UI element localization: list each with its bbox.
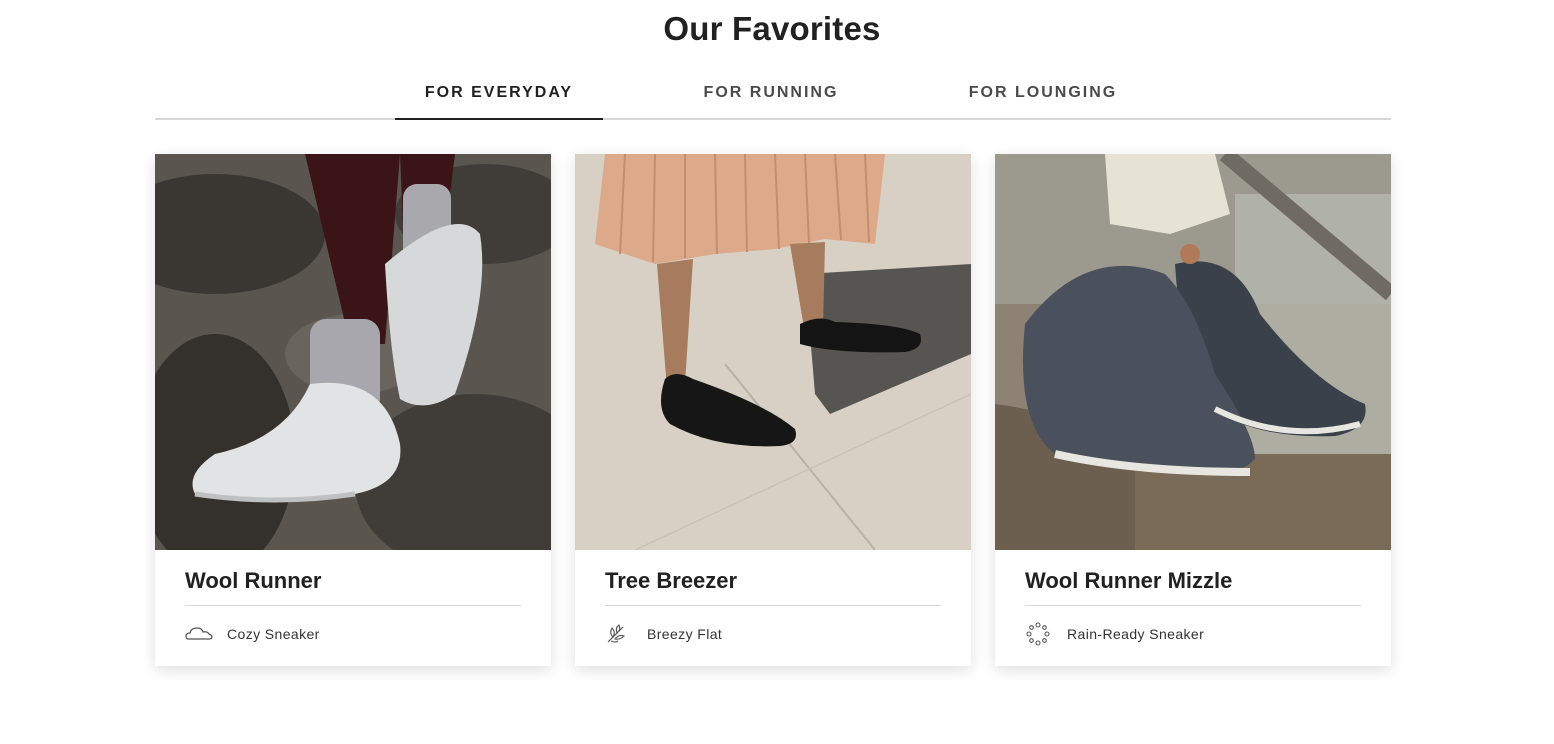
- product-feature: Cozy Sneaker: [185, 622, 320, 646]
- tab-for-lounging[interactable]: FOR LOUNGING: [955, 84, 1131, 118]
- category-tabs: FOR EVERYDAY FOR RUNNING FOR LOUNGING: [155, 72, 1391, 120]
- feature-label: Breezy Flat: [647, 626, 723, 642]
- product-name[interactable]: Wool Runner: [185, 568, 321, 594]
- leaf-icon: [605, 622, 635, 646]
- product-name[interactable]: Tree Breezer: [605, 568, 737, 594]
- raindrops-icon: [1025, 622, 1055, 646]
- product-card-wool-runner[interactable]: Wool Runner Cozy Sneaker: [155, 154, 551, 666]
- feature-label: Cozy Sneaker: [227, 626, 320, 642]
- divider: [605, 605, 941, 606]
- product-image-wool-runner[interactable]: [155, 154, 551, 550]
- product-image-tree-breezer[interactable]: [575, 154, 971, 550]
- tab-for-everyday[interactable]: FOR EVERYDAY: [395, 84, 603, 120]
- divider: [185, 605, 521, 606]
- page-title: Our Favorites: [663, 10, 881, 47]
- feature-label: Rain-Ready Sneaker: [1067, 626, 1205, 642]
- product-name[interactable]: Wool Runner Mizzle: [1025, 568, 1232, 594]
- product-image-wool-runner-mizzle[interactable]: [995, 154, 1391, 550]
- tab-for-running[interactable]: FOR RUNNING: [675, 84, 867, 118]
- product-feature: Breezy Flat: [605, 622, 722, 646]
- product-feature: Rain-Ready Sneaker: [1025, 622, 1204, 646]
- product-card-wool-runner-mizzle[interactable]: Wool Runner Mizzle Rain-Ready Sneaker: [995, 154, 1391, 666]
- cloud-icon: [185, 622, 215, 646]
- product-card-tree-breezer[interactable]: Tree Breezer Breezy Flat: [575, 154, 971, 666]
- divider: [1025, 605, 1361, 606]
